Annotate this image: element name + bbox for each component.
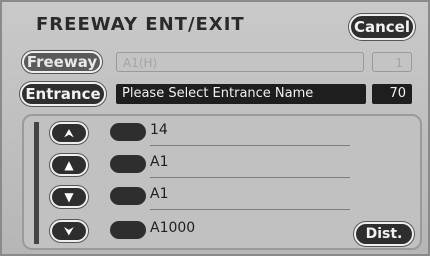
divider <box>150 145 350 146</box>
item-label: A1 <box>150 186 169 202</box>
item-label: 14 <box>150 122 168 138</box>
list-item[interactable]: A1 <box>110 184 350 210</box>
page-down-button[interactable]: ⮟ <box>50 220 88 242</box>
page-title: FREEWAY ENT/EXIT <box>36 14 245 35</box>
scrollbar[interactable] <box>34 122 39 244</box>
item-select-chip[interactable] <box>110 187 146 205</box>
page-up-button[interactable]: ⮝ <box>50 122 88 144</box>
freeway-ent-exit-screen: FREEWAY ENT/EXIT Cancel Freeway A1(H) 1 … <box>0 0 430 256</box>
scroll-up-button[interactable]: ▲ <box>50 154 88 176</box>
divider <box>150 177 350 178</box>
item-label: A1 <box>150 154 169 170</box>
entrance-count: 70 <box>372 84 412 104</box>
cancel-button[interactable]: Cancel <box>349 14 415 40</box>
double-chevron-down-icon: ⮟ <box>63 224 75 238</box>
chevron-down-icon: ▼ <box>64 190 74 204</box>
freeway-name-field: A1(H) <box>116 52 364 72</box>
divider <box>150 209 350 210</box>
item-select-chip[interactable] <box>110 123 146 141</box>
entrance-list-panel: ⮝ ▲ ▼ ⮟ 14 A1 A1 A1000 Dist. <box>22 114 422 250</box>
list-item[interactable]: 14 <box>110 120 350 146</box>
item-select-chip[interactable] <box>110 221 146 239</box>
list-item[interactable]: A1000 <box>110 218 350 244</box>
freeway-count: 1 <box>372 52 412 72</box>
entrance-name-field: Please Select Entrance Name <box>116 84 366 104</box>
freeway-button[interactable]: Freeway <box>22 51 102 73</box>
chevron-up-icon: ▲ <box>64 158 74 172</box>
scroll-down-button[interactable]: ▼ <box>50 186 88 208</box>
double-chevron-up-icon: ⮝ <box>63 126 75 140</box>
item-label: A1000 <box>150 220 196 236</box>
dist-button[interactable]: Dist. <box>354 222 414 246</box>
item-select-chip[interactable] <box>110 155 146 173</box>
list-item[interactable]: A1 <box>110 152 350 178</box>
entrance-button[interactable]: Entrance <box>20 82 106 106</box>
